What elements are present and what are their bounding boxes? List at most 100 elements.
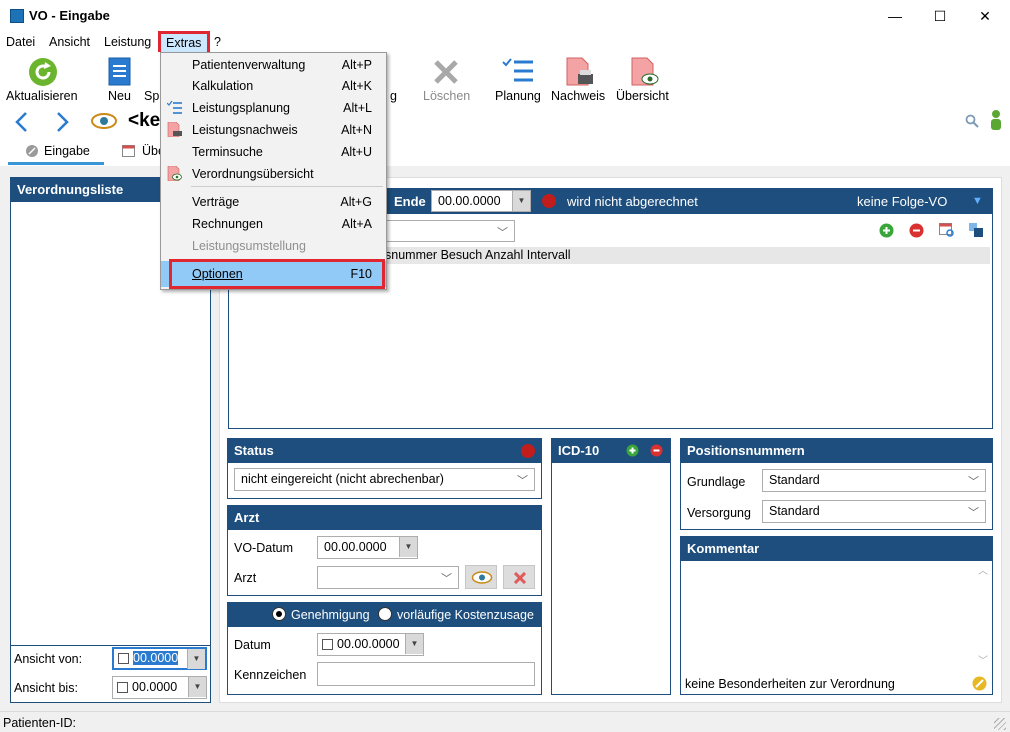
planung-button[interactable]: Planung [495,89,541,103]
ansicht-bis-value: 00.0000 [132,680,178,694]
ansicht-bis-checkbox[interactable] [117,682,128,694]
back-arrow-icon[interactable] [14,111,30,133]
menu-item-label: Patientenverwaltung [192,58,306,72]
versorgung-select[interactable]: Standard ﹀ [762,500,986,523]
status-title: Status [228,439,541,463]
calendar-search-icon[interactable] [939,222,955,238]
vo-datum-dropdown-icon[interactable]: ▼ [399,537,417,557]
datum-value: 00.00.0000 [337,637,400,651]
scroll-up-icon[interactable]: ︿ [978,562,988,577]
datum-field[interactable]: 00.00.0000 ▼ [317,633,424,656]
view-eye-icon[interactable] [90,112,118,130]
new-document-icon [108,57,131,86]
menu-item-verordnungsuebersicht[interactable]: Verordnungsübersicht [161,163,386,185]
ende-date-field[interactable]: 00.00.0000 ▼ [431,190,531,212]
menu-item-label: Verträge [192,195,240,209]
positions-column-headers: snummer Besuch Anzahl Intervall [385,248,571,262]
edit-pencil-icon[interactable] [972,676,987,691]
eye-icon [471,571,493,584]
menu-item-label: Kalkulation [192,79,254,93]
arzt-view-button[interactable] [465,565,497,589]
window-title: VO - Eingabe [29,8,110,23]
status-bar [0,711,1010,732]
positionsnummern-title: Positionsnummern [681,439,992,463]
menu-item-terminsuche[interactable]: Terminsuche Alt+U [161,141,386,163]
menu-item-label: Leistungsplanung [192,101,290,115]
menu-leistung[interactable]: Leistung [104,35,151,49]
remove-icd-icon[interactable] [650,444,663,457]
menu-item-shortcut: Alt+A [341,217,372,231]
vo-datum-field[interactable]: 00.00.0000 ▼ [317,536,418,559]
add-position-icon[interactable] [879,223,894,238]
close-button[interactable]: ✕ [962,0,1008,32]
ansicht-bis-field[interactable]: 00.0000 ▼ [112,676,207,699]
ende-dropdown-icon[interactable]: ▼ [512,191,530,211]
menu-item-shortcut: Alt+L [343,101,372,115]
kommentar-title: Kommentar [681,537,992,561]
arzt-remove-button[interactable] [503,565,535,589]
search-icon[interactable] [965,114,979,128]
ansicht-bis-dropdown-icon[interactable]: ▼ [188,677,206,697]
chevron-down-icon: ﹀ [968,476,979,488]
copy-windows-icon[interactable] [968,222,984,238]
vo-datum-value: 00.00.0000 [324,540,387,554]
datum-dropdown-icon[interactable]: ▼ [405,634,423,654]
menu-item-leistungsnachweis[interactable]: Leistungsnachweis Alt+N [161,119,386,141]
ansicht-von-checkbox[interactable] [118,653,129,665]
minimize-button[interactable]: — [872,0,918,32]
scroll-down-icon[interactable]: ﹀ [978,652,988,667]
menu-item-leistungsplanung[interactable]: Leistungsplanung Alt+L [161,97,386,119]
menu-item-shortcut: Alt+N [341,123,372,137]
remove-position-icon[interactable] [909,223,924,238]
neu-button[interactable]: Neu [108,89,131,103]
status-value: nicht eingereicht (nicht abrechenbar) [241,472,444,486]
menu-item-kalkulation[interactable]: Kalkulation Alt+K [161,75,386,97]
menu-item-rechnungen[interactable]: Rechnungen Alt+A [161,213,386,235]
ansicht-bis-label: Ansicht bis: [14,681,78,695]
ansicht-von-field[interactable]: 00.0000 ▼ [112,647,207,670]
nachweis-print-icon [566,57,593,86]
versorgung-value: Standard [769,504,820,518]
ansicht-von-dropdown-icon[interactable]: ▼ [187,649,205,669]
user-figure-icon[interactable] [989,109,1003,131]
grundlage-select[interactable]: Standard ﹀ [762,469,986,492]
aktualisieren-button[interactable]: Aktualisieren [6,89,78,103]
menu-separator [191,186,383,187]
datum-checkbox[interactable] [322,639,333,651]
maximize-button[interactable]: ☐ [917,0,963,32]
hidden-toolbar-button[interactable]: g [390,89,397,103]
radio-genehmigung[interactable] [272,607,286,621]
forward-arrow-icon[interactable] [54,111,70,133]
ansicht-von-value: 00.0000 [133,651,179,665]
chevron-down-icon: ﹀ [441,573,452,585]
menu-datei[interactable]: Datei [6,35,35,49]
menu-item-label: Leistungsumstellung [192,239,306,253]
menu-bar [0,32,1010,52]
loeschen-button[interactable]: Löschen [423,89,470,103]
radio-kostenzusage[interactable] [378,607,392,621]
positions-select[interactable]: ﹀ [385,220,515,242]
ende-date-value: 00.00.0000 [438,194,501,208]
ende-label: Ende [394,194,426,209]
status-select[interactable]: nicht eingereicht (nicht abrechenbar) ﹀ [234,468,535,491]
nachweis-button[interactable]: Nachweis [551,89,605,103]
arzt-select[interactable]: ﹀ [317,566,459,589]
uebersicht-button[interactable]: Übersicht [616,89,669,103]
resize-grip[interactable] [994,718,1006,730]
add-icd-icon[interactable] [626,444,639,457]
menu-ansicht[interactable]: Ansicht [49,35,90,49]
menu-help[interactable]: ? [214,35,221,49]
menu-item-label: Leistungsnachweis [192,123,298,137]
speichern-button[interactable]: Sp [144,89,159,103]
menu-item-patientenverwaltung[interactable]: Patientenverwaltung Alt+P [161,54,386,76]
menu-item-vertraege[interactable]: Verträge Alt+G [161,191,386,213]
calendar-icon [122,145,135,157]
abrechnung-status: wird nicht abgerechnet [567,194,698,209]
tab-eingabe[interactable]: Eingabe [8,141,104,165]
grundlage-value: Standard [769,473,820,487]
vo-datum-label: VO-Datum [234,541,294,555]
folge-vo-dropdown-icon[interactable]: ▼ [972,195,983,207]
close-icon [514,572,526,584]
tab-eingabe-label: Eingabe [44,144,90,158]
kennzeichen-input[interactable] [317,662,535,686]
